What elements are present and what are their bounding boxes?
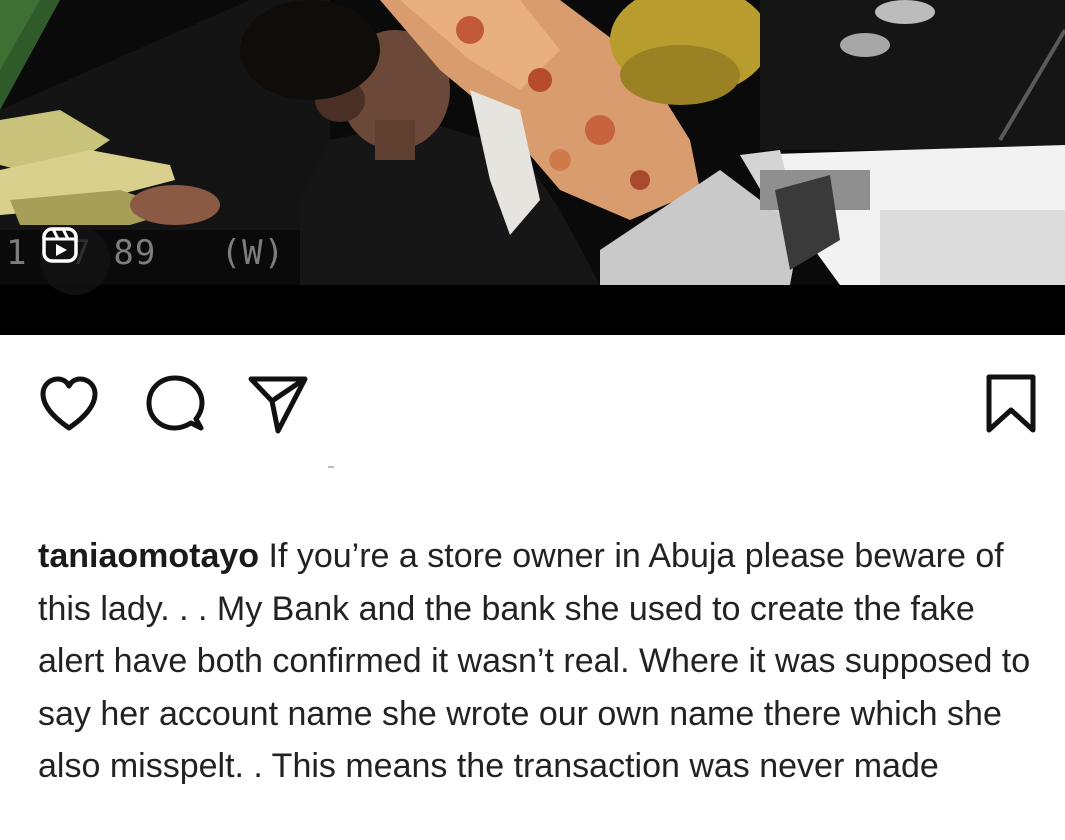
bookmark-icon (986, 374, 1036, 433)
video-frame (0, 0, 1065, 335)
paper-plane-icon (248, 376, 308, 434)
save-button[interactable] (976, 369, 1046, 439)
comment-bubble-icon (146, 375, 205, 431)
share-button[interactable] (243, 369, 313, 439)
heart-icon (40, 376, 98, 431)
comment-button[interactable] (140, 369, 210, 439)
reels-icon (42, 227, 78, 263)
post-caption: taniaomotayo If you’re a store owner in … (38, 530, 1038, 793)
post-video[interactable]: 1 7 89 (W) (0, 0, 1065, 335)
caption-username[interactable]: taniaomotayo (38, 537, 259, 575)
carousel-indicator (328, 466, 334, 468)
like-button[interactable] (34, 369, 104, 439)
post-action-bar (0, 335, 1065, 455)
reels-badge[interactable] (40, 225, 110, 295)
